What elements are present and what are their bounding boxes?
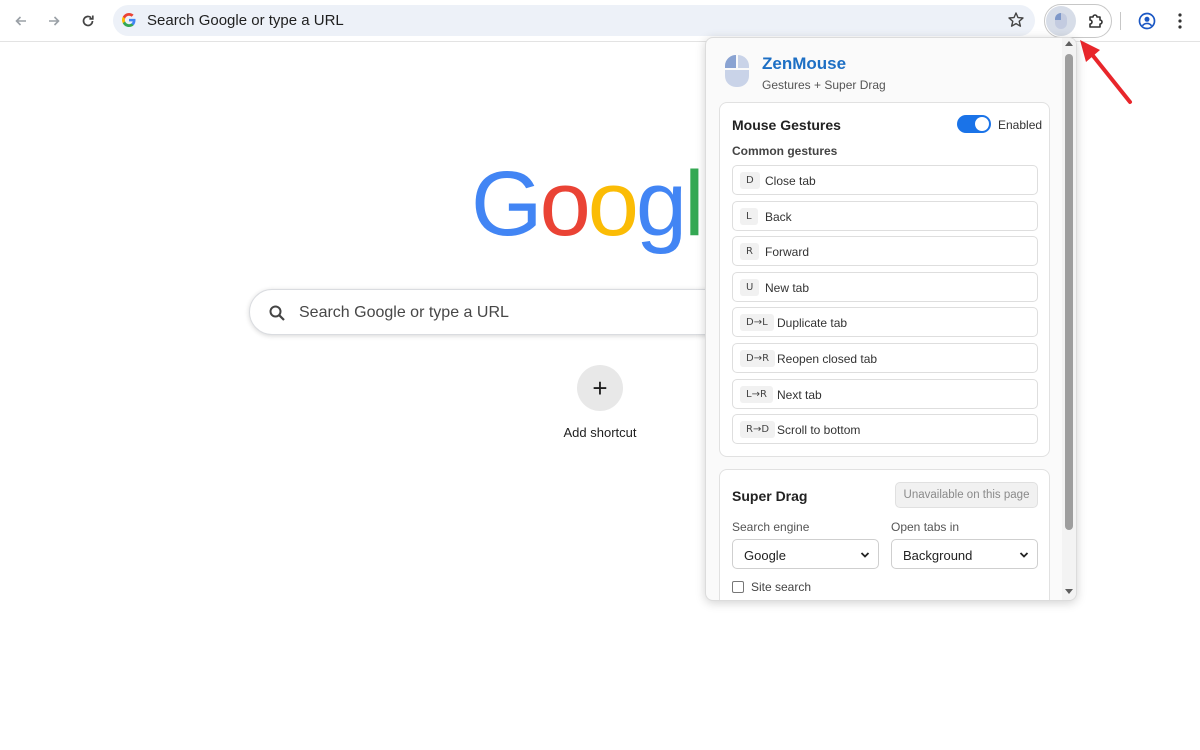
mouse-gestures-title: Mouse Gestures [732, 117, 841, 133]
kebab-menu-icon [1178, 13, 1182, 29]
gesture-item[interactable]: R Forward [732, 236, 1038, 267]
google-logo-letter: l [684, 153, 705, 255]
toolbar-separator [1120, 12, 1121, 30]
site-search-label: Site search [751, 580, 812, 594]
super-drag-card: Super Drag Unavailable on this page Sear… [719, 469, 1050, 600]
gesture-action: Next tab [777, 387, 822, 402]
gesture-item[interactable]: L Back [732, 200, 1038, 231]
gesture-item[interactable]: D→L Duplicate tab [732, 307, 1038, 338]
mouse-icon [1055, 13, 1067, 29]
mouse-gestures-card: Mouse Gestures Enabled Common gestures D… [719, 102, 1050, 457]
gesture-item[interactable]: D→R Reopen closed tab [732, 342, 1038, 373]
popup-scrollbar[interactable] [1062, 38, 1076, 600]
open-tabs-select[interactable]: Background [891, 539, 1038, 569]
profile-icon [1138, 12, 1156, 30]
reload-icon [82, 15, 94, 27]
popup-subtitle: Gestures + Super Drag [762, 78, 886, 92]
common-gestures-heading: Common gestures [732, 144, 838, 158]
chevron-down-icon [860, 552, 870, 558]
plus-icon: + [592, 372, 608, 403]
google-logo-letter: g [635, 153, 687, 255]
arrow-right-icon [49, 16, 60, 26]
chevron-down-icon [1019, 552, 1029, 558]
unavailable-status-button[interactable]: Unavailable on this page [895, 482, 1038, 508]
site-search-checkbox[interactable] [732, 581, 744, 593]
gesture-list: D Close tab L Back R Forward U New tab D→L Du… [732, 165, 1038, 450]
gesture-action: Back [765, 209, 792, 224]
google-logo-letter: o [587, 153, 639, 255]
super-drag-title: Super Drag [732, 488, 808, 504]
gesture-item[interactable]: L→R Next tab [732, 378, 1038, 409]
popup-scrollbar-thumb[interactable] [1065, 54, 1073, 530]
search-engine-select[interactable]: Google [732, 539, 879, 569]
search-engine-label: Search engine [732, 520, 810, 534]
ntp-search-placeholder: Search Google or type a URL [299, 304, 509, 321]
gesture-action: Close tab [765, 174, 816, 188]
gesture-key: L→R [740, 385, 773, 403]
gesture-key: D [740, 172, 760, 189]
gesture-key: R [740, 243, 759, 261]
gesture-action: Scroll to bottom [777, 423, 861, 438]
gesture-key: U [740, 278, 760, 296]
gesture-action: Reopen closed tab [777, 351, 878, 366]
gesture-key: L [740, 207, 758, 225]
zenmouse-popup: ZenMouse Gestures + Super Drag Mouse Ges… [705, 37, 1077, 601]
scroll-down-arrow-icon[interactable] [1065, 589, 1073, 594]
browser-toolbar: Search Google or type a URL [0, 0, 1200, 42]
back-button[interactable] [7, 7, 35, 35]
address-bar-text: Search Google or type a URL [147, 12, 344, 29]
gesture-item[interactable]: D Close tab [732, 165, 1038, 195]
add-shortcut-label[interactable]: Add shortcut [540, 425, 660, 440]
reload-button[interactable] [74, 7, 102, 35]
open-tabs-label: Open tabs in [891, 520, 960, 534]
google-logo-letter: G [471, 153, 543, 255]
gestures-enabled-toggle[interactable] [957, 115, 991, 133]
address-bar[interactable]: Search Google or type a URL [113, 5, 1035, 36]
open-tabs-value: Background [903, 548, 973, 563]
google-logo-letter: o [539, 153, 591, 255]
gesture-action: Duplicate tab [777, 316, 848, 331]
search-engine-value: Google [744, 548, 786, 563]
forward-button[interactable] [40, 7, 68, 35]
search-icon [269, 305, 285, 321]
scroll-up-arrow-icon[interactable] [1065, 41, 1073, 46]
bookmark-star-icon[interactable] [1007, 11, 1025, 29]
popup-title: ZenMouse [762, 54, 847, 73]
annotation-arrow-icon [1080, 40, 1132, 104]
gesture-key: D→R [740, 349, 776, 367]
arrow-left-icon [15, 16, 26, 26]
gesture-item[interactable]: R→D Scroll to bottom [732, 414, 1038, 445]
add-shortcut-button[interactable]: + [577, 365, 623, 411]
zenmouse-logo-icon [724, 54, 749, 87]
chrome-menu-button[interactable] [1166, 7, 1194, 35]
gesture-action: New tab [765, 280, 810, 295]
google-g-icon [122, 13, 136, 27]
gesture-item[interactable]: U New tab [732, 271, 1038, 302]
gesture-key: D→L [740, 314, 774, 332]
puzzle-icon [1089, 14, 1103, 28]
gestures-enabled-label: Enabled [998, 118, 1043, 132]
gesture-key: R→D [740, 421, 776, 439]
gesture-action: Forward [765, 245, 810, 260]
